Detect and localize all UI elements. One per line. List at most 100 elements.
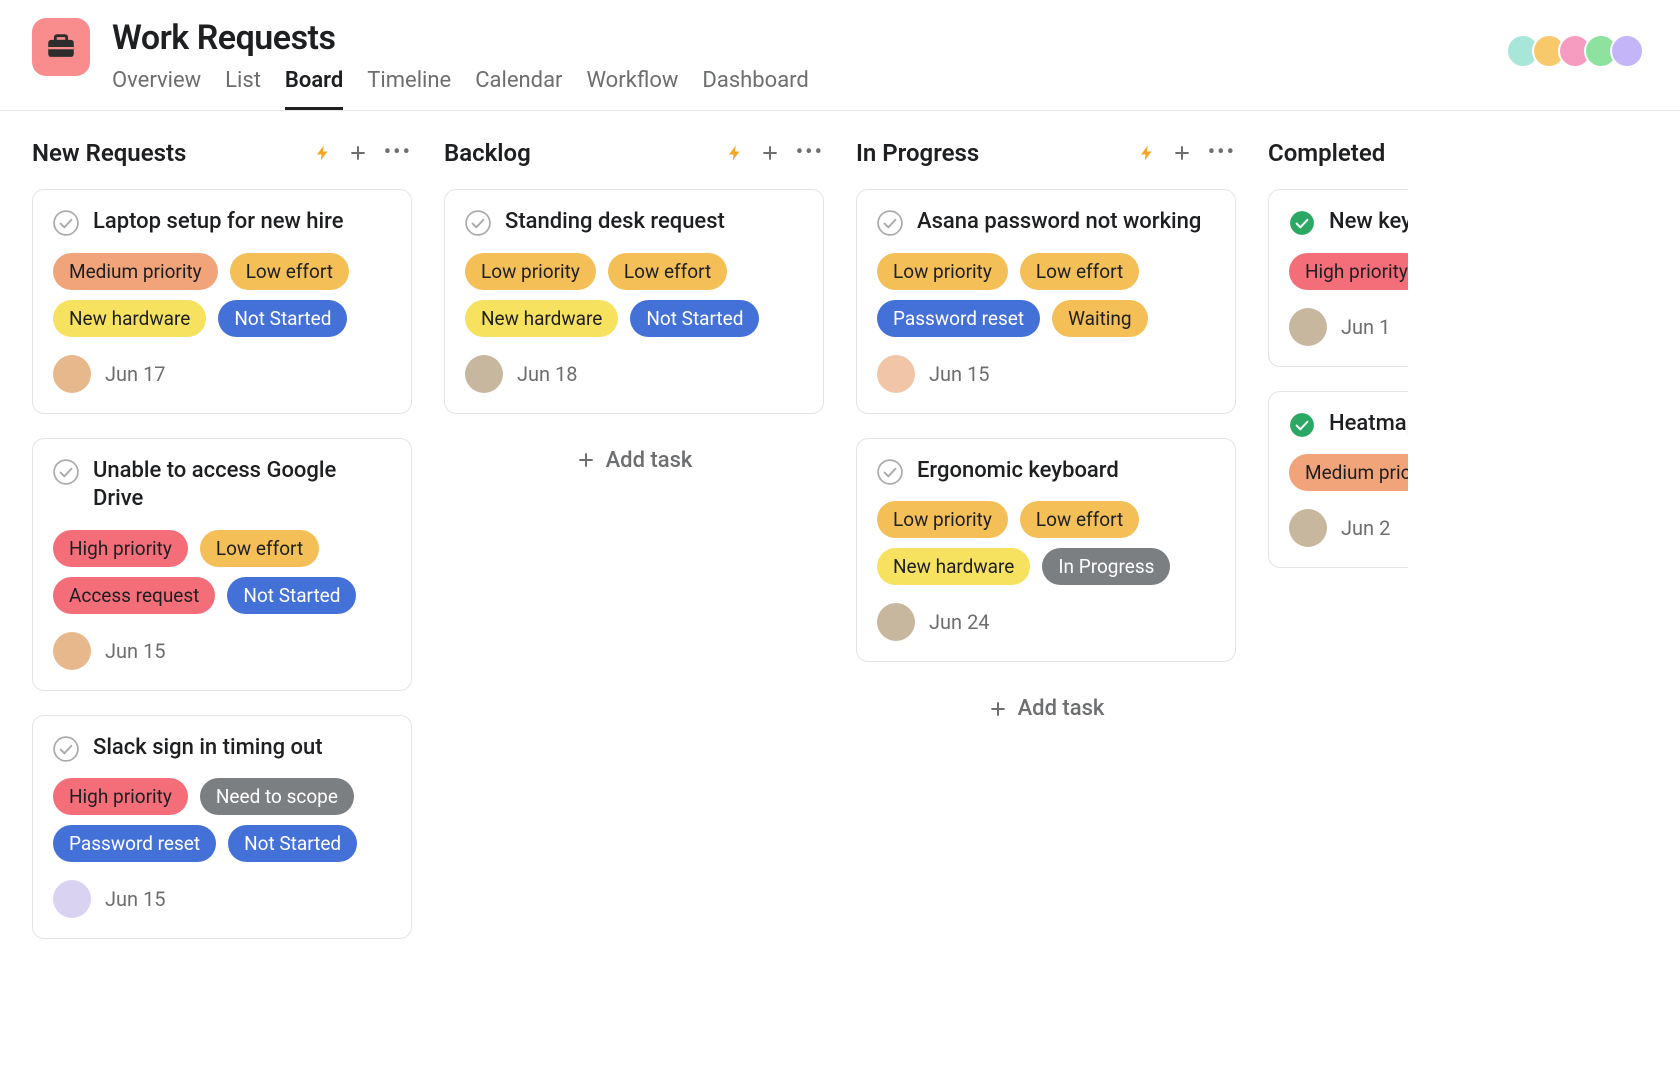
tag[interactable]: High priority	[1289, 253, 1408, 290]
rules-bolt-icon[interactable]	[1138, 142, 1156, 164]
card-title: Slack sign in timing out	[93, 734, 323, 763]
task-card[interactable]: Slack sign in timing out High priority Nee…	[32, 715, 412, 940]
card-title: Ergonomic keyboard	[917, 457, 1119, 486]
tag-list: High priority Low effort Access request Not…	[53, 530, 391, 614]
task-card[interactable]: Laptop setup for new hire Medium priority…	[32, 189, 412, 414]
tag[interactable]: Low priority	[877, 501, 1008, 538]
tab-overview[interactable]: Overview	[112, 68, 201, 110]
complete-check-icon[interactable]	[53, 210, 79, 236]
column-more-icon[interactable]: •••	[384, 142, 412, 164]
assignee-avatar[interactable]	[877, 355, 915, 393]
tag[interactable]: In Progress	[1042, 548, 1170, 585]
task-card[interactable]: Ergonomic keyboard Low priority Low effort…	[856, 438, 1236, 663]
board: New Requests•••Laptop setup for new hire…	[0, 111, 1680, 963]
tag-list: Low priority Low effort New hardware Not St…	[465, 253, 803, 337]
tag-list: Medium priorityNew software	[1289, 454, 1408, 491]
add-task-label: Add task	[606, 448, 693, 473]
add-card-button[interactable]	[348, 143, 368, 163]
column-more-icon[interactable]: •••	[1208, 142, 1236, 164]
tag-list: High priorityNew hardware	[1289, 253, 1408, 290]
tag[interactable]: Medium priority	[53, 253, 218, 290]
due-date: Jun 15	[929, 362, 990, 386]
card-title: Standing desk request	[505, 208, 725, 237]
tag[interactable]: Low priority	[465, 253, 596, 290]
due-date: Jun 24	[929, 610, 990, 634]
tag[interactable]: High priority	[53, 778, 188, 815]
add-card-button[interactable]	[760, 143, 780, 163]
tag[interactable]: Not Started	[218, 300, 347, 337]
complete-check-icon[interactable]	[53, 736, 79, 762]
card-title: Laptop setup for new hire	[93, 208, 344, 237]
rules-bolt-icon[interactable]	[314, 142, 332, 164]
task-card[interactable]: Unable to access Google DriveHigh priori…	[32, 438, 412, 691]
project-header: Work Requests OverviewListBoardTimelineC…	[0, 0, 1680, 111]
add-card-button[interactable]	[1172, 143, 1192, 163]
member-avatar[interactable]	[1610, 34, 1644, 68]
column-title: In Progress	[856, 139, 1138, 167]
tag[interactable]: Low priority	[877, 253, 1008, 290]
tab-board[interactable]: Board	[285, 68, 343, 110]
complete-check-icon[interactable]	[877, 210, 903, 236]
complete-check-icon[interactable]	[53, 459, 79, 485]
card-title: Heatmap tool	[1329, 410, 1408, 439]
tag[interactable]: New hardware	[465, 300, 618, 337]
due-date: Jun 15	[105, 639, 166, 663]
tag[interactable]: New hardware	[53, 300, 206, 337]
tag[interactable]: Low effort	[1020, 501, 1139, 538]
tag[interactable]: Medium priority	[1289, 454, 1408, 491]
column-in-progress: In Progress ••• Asana password not working…	[856, 135, 1236, 963]
tag[interactable]: Low effort	[608, 253, 727, 290]
due-date: Jun 15	[105, 887, 166, 911]
tab-calendar[interactable]: Calendar	[475, 68, 562, 110]
tag[interactable]: Low effort	[1020, 253, 1139, 290]
tag[interactable]: Low effort	[230, 253, 349, 290]
tab-timeline[interactable]: Timeline	[367, 68, 451, 110]
complete-check-icon[interactable]	[1289, 412, 1315, 438]
card-title: New keyboard	[1329, 208, 1408, 237]
due-date: Jun 1	[1341, 315, 1390, 339]
column-title: Completed	[1268, 139, 1408, 167]
complete-check-icon[interactable]	[1289, 210, 1315, 236]
tag[interactable]: High priority	[53, 530, 188, 567]
tag-list: Low priority Low effort Password reset Wait…	[877, 253, 1215, 337]
assignee-avatar[interactable]	[877, 603, 915, 641]
column-more-icon[interactable]: •••	[796, 142, 824, 164]
column-backlog: Backlog•••Standing desk requestLow prior…	[444, 135, 824, 963]
column-completed: Completed New keyboard High priorityNew ha…	[1268, 135, 1408, 963]
add-task-button[interactable]: Add task	[444, 438, 824, 483]
tab-workflow[interactable]: Workflow	[587, 68, 679, 110]
task-card[interactable]: Standing desk request Low priority Low eff…	[444, 189, 824, 414]
due-date: Jun 18	[517, 362, 578, 386]
tag-list: High priority Need to scope Password reset…	[53, 778, 391, 862]
assignee-avatar[interactable]	[1289, 308, 1327, 346]
task-card[interactable]: Heatmap toolMedium priorityNew softwareJ…	[1268, 391, 1408, 569]
tag-list: Low priority Low effort New hardware In Pro…	[877, 501, 1215, 585]
tag[interactable]: New hardware	[877, 548, 1030, 585]
tag[interactable]: Waiting	[1052, 300, 1148, 337]
task-card[interactable]: New keyboard High priorityNew hardware Jun…	[1268, 189, 1408, 367]
tag[interactable]: Need to scope	[200, 778, 354, 815]
project-icon	[32, 18, 90, 76]
column-new-requests: New Requests•••Laptop setup for new hire…	[32, 135, 412, 963]
tag[interactable]: Password reset	[877, 300, 1040, 337]
tab-list[interactable]: List	[225, 68, 261, 110]
assignee-avatar[interactable]	[53, 355, 91, 393]
assignee-avatar[interactable]	[53, 632, 91, 670]
tag[interactable]: Access request	[53, 577, 215, 614]
tag[interactable]: Not Started	[228, 825, 357, 862]
task-card[interactable]: Asana password not workingLow priorityLo…	[856, 189, 1236, 414]
tab-dashboard[interactable]: Dashboard	[702, 68, 808, 110]
tag[interactable]: Not Started	[227, 577, 356, 614]
assignee-avatar[interactable]	[465, 355, 503, 393]
tag[interactable]: Not Started	[630, 300, 759, 337]
assignee-avatar[interactable]	[1289, 509, 1327, 547]
tag[interactable]: Low effort	[200, 530, 319, 567]
members-avatars[interactable]	[1514, 34, 1644, 68]
rules-bolt-icon[interactable]	[726, 142, 744, 164]
project-tabs: Overview List Board Timeline Calendar Workflo…	[112, 68, 1514, 110]
complete-check-icon[interactable]	[465, 210, 491, 236]
tag[interactable]: Password reset	[53, 825, 216, 862]
complete-check-icon[interactable]	[877, 459, 903, 485]
add-task-button[interactable]: Add task	[856, 686, 1236, 731]
assignee-avatar[interactable]	[53, 880, 91, 918]
